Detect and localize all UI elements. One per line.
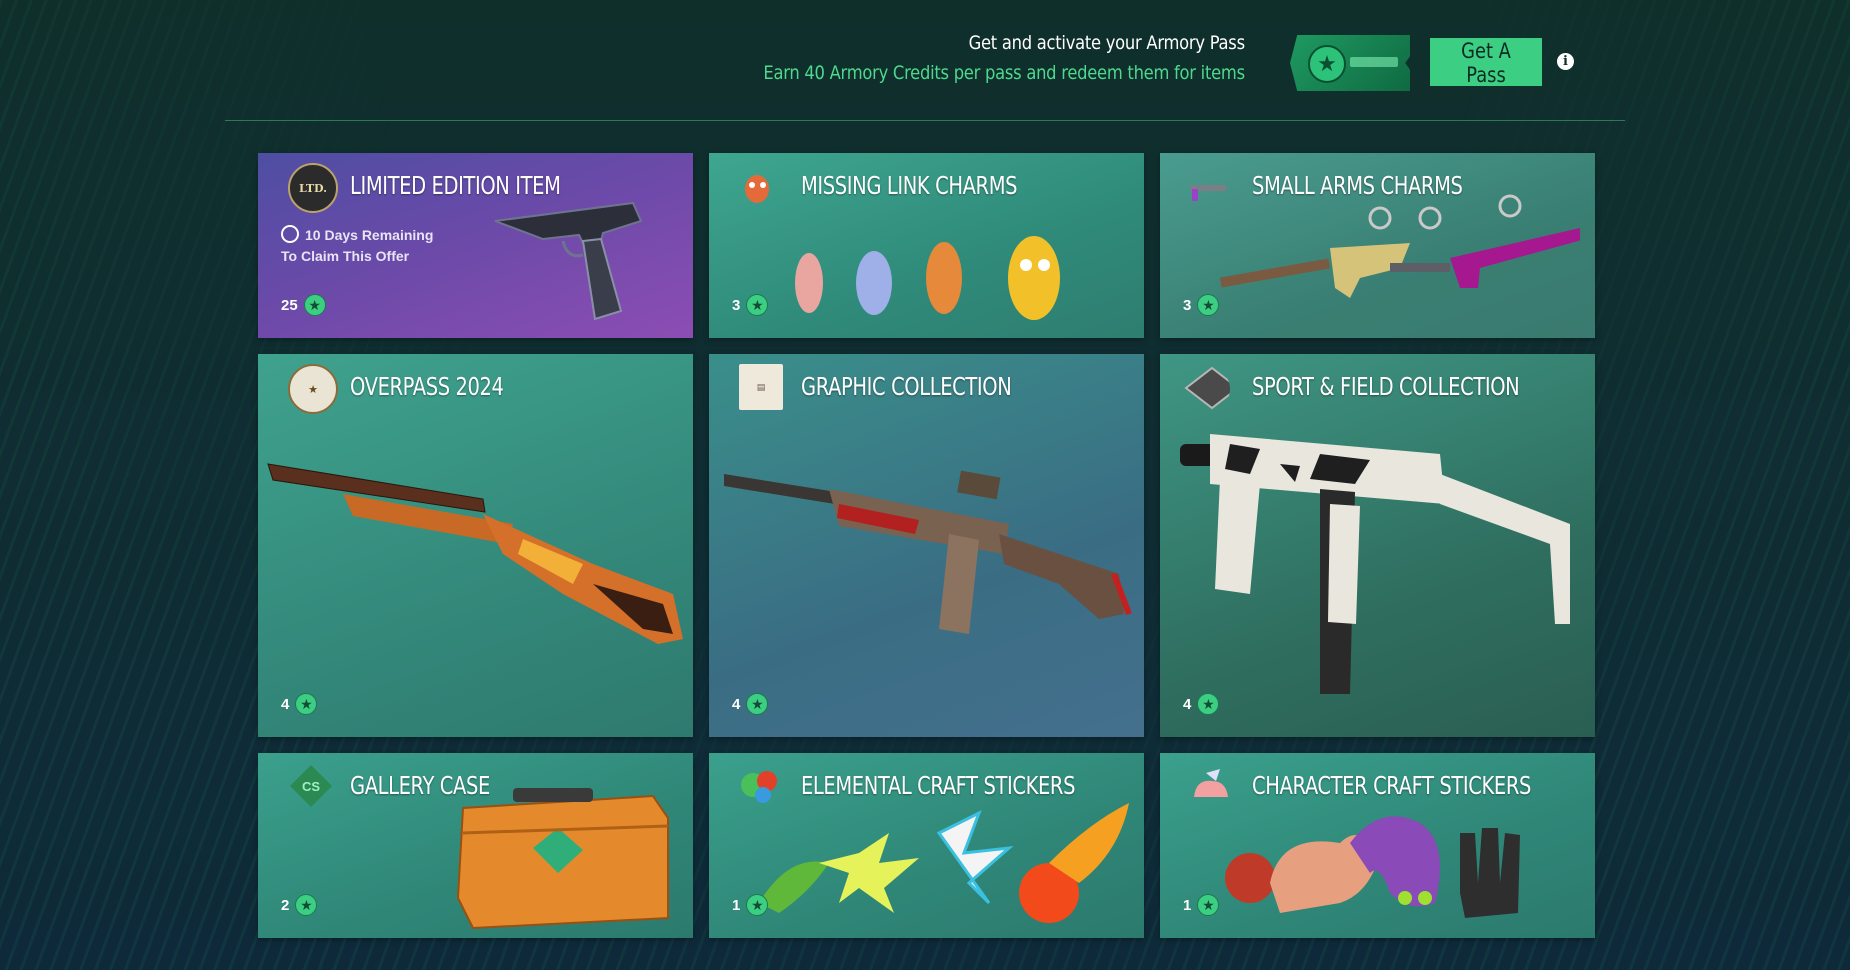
card-graphic-collection[interactable]: ▤ GRAPHIC COLLECTION 4 ★ (709, 354, 1144, 737)
card-title: OVERPASS 2024 (350, 372, 504, 401)
cost-display: 4 ★ (281, 693, 318, 715)
card-overpass-2024[interactable]: ★ OVERPASS 2024 4 ★ (258, 354, 693, 737)
cost-value: 2 (281, 896, 290, 914)
info-icon[interactable]: i (1557, 53, 1574, 70)
cost-value: 4 (281, 695, 290, 713)
weapon-charms-artwork (1220, 194, 1580, 298)
cost-display: 4 ★ (732, 693, 769, 715)
armory-pass-ticket-icon: ★ (1290, 35, 1410, 91)
cost-value: 1 (1183, 896, 1192, 914)
smg-artwork (1180, 434, 1570, 694)
card-missing-link-charms[interactable]: MISSING LINK CHARMS 3 ★ (709, 153, 1144, 338)
assault-rifle-artwork (724, 470, 1132, 634)
card-sport-field-collection[interactable]: SPORT & FIELD COLLECTION 4 ★ (1160, 354, 1595, 737)
get-a-pass-label: Get A Pass (1461, 39, 1511, 87)
badge-text: LTD. (299, 181, 327, 195)
cost-display: 1 ★ (732, 894, 769, 916)
missing-link-charm-icon (745, 175, 769, 203)
armory-star-icon: ★ (295, 894, 318, 916)
cost-value: 25 (281, 296, 298, 314)
promo-title: Get and activate your Armory Pass (968, 32, 1245, 54)
cost-value: 4 (1183, 695, 1192, 713)
cost-value: 1 (732, 896, 741, 914)
overpass-collection-icon: ★ (288, 364, 338, 414)
armory-star-icon: ★ (746, 294, 769, 316)
promo-subtitle: Earn 40 Armory Credits per pass and rede… (763, 62, 1246, 84)
card-title: GRAPHIC COLLECTION (801, 372, 1012, 401)
badge-text: CS (302, 779, 320, 794)
cs-case-icon: CS (290, 765, 332, 807)
remaining-line-1: 10 Days Remaining (305, 227, 434, 243)
armory-star-icon: ★ (295, 693, 318, 715)
armory-star-icon: ★ (746, 894, 769, 916)
cost-display: 2 ★ (281, 894, 318, 916)
card-gallery-case[interactable]: CS GALLERY CASE 2 ★ (258, 753, 693, 938)
armory-star-icon: ★ (1197, 894, 1220, 916)
gallery-case-artwork (456, 788, 669, 930)
limited-edition-badge-icon: LTD. (288, 163, 338, 213)
cost-display: 3 ★ (1183, 294, 1220, 316)
armory-star-icon: ★ (1197, 693, 1220, 715)
armory-star-icon: ★ (1197, 294, 1220, 316)
armory-star-icon: ★ (746, 693, 769, 715)
shotgun-artwork (267, 463, 683, 644)
card-character-craft-stickers[interactable]: CHARACTER CRAFT STICKERS 1 ★ (1160, 753, 1595, 938)
cost-value: 3 (1183, 296, 1192, 314)
cost-display: 3 ★ (732, 294, 769, 316)
remaining-time: 10 Days Remaining To Claim This Offer (281, 225, 433, 267)
armory-star-icon: ★ (303, 294, 326, 316)
cost-value: 3 (732, 296, 741, 314)
card-limited-edition-item[interactable]: LTD. LIMITED EDITION ITEM 10 Days Remain… (258, 153, 693, 338)
ticket-strip (1350, 57, 1398, 67)
get-a-pass-button[interactable]: Get A Pass (1430, 38, 1542, 87)
cost-display: 4 ★ (1183, 693, 1220, 715)
card-elemental-craft-stickers[interactable]: ELEMENTAL CRAFT STICKERS 1 ★ (709, 753, 1144, 938)
star-icon: ★ (1308, 45, 1346, 83)
character-stickers-artwork (1225, 816, 1520, 918)
cost-display: 1 ★ (1183, 894, 1220, 916)
desert-eagle-pistol-icon (494, 201, 643, 321)
card-small-arms-charms[interactable]: SMALL ARMS CHARMS 3 ★ (1160, 153, 1595, 338)
armory-pass-banner: Get and activate your Armory Pass Earn 4… (225, 20, 1625, 121)
stopwatch-icon (281, 225, 299, 243)
graphic-collection-icon: ▤ (739, 364, 783, 410)
cost-value: 4 (732, 695, 741, 713)
sport-field-collection-icon (1184, 366, 1230, 410)
card-title: SPORT & FIELD COLLECTION (1252, 372, 1520, 401)
cost-display: 25 ★ (281, 294, 326, 316)
remaining-line-2: To Claim This Offer (281, 248, 410, 264)
elemental-stickers-artwork (759, 803, 1129, 923)
charms-artwork (795, 236, 1060, 320)
promo-text: Get and activate your Armory Pass Earn 4… (685, 32, 1246, 84)
